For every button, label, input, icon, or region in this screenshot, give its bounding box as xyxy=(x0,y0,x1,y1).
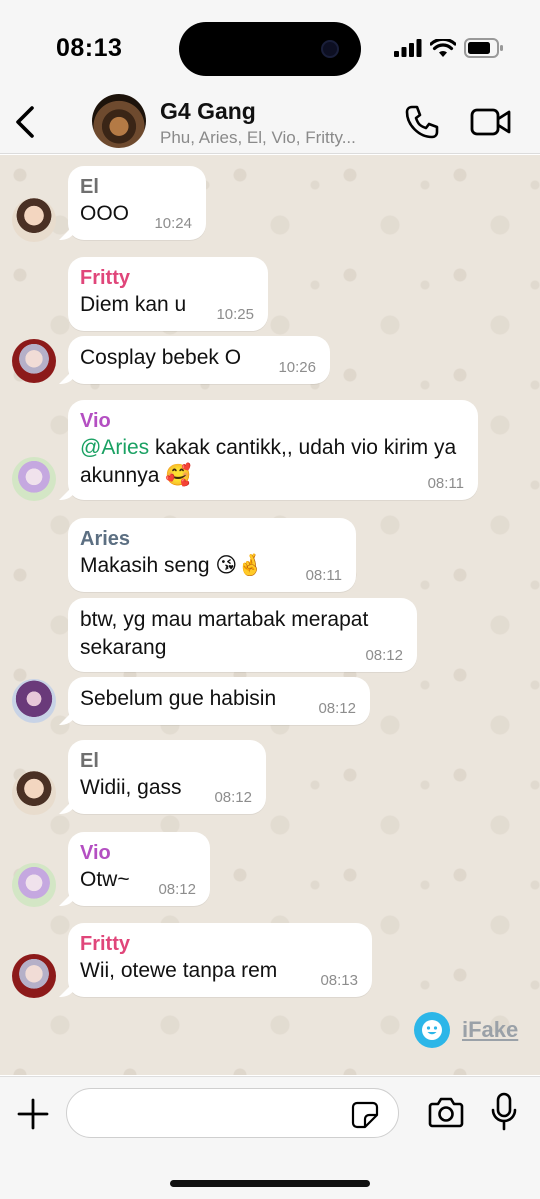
phone-icon xyxy=(405,105,439,139)
video-call-button[interactable] xyxy=(470,106,512,138)
message-text: Wii, otewe tanpa rem xyxy=(80,959,278,982)
sticker-icon xyxy=(351,1101,379,1129)
plus-icon xyxy=(17,1098,49,1130)
avatar-vio[interactable] xyxy=(12,457,56,501)
avatar-fritty[interactable] xyxy=(12,339,56,383)
avatar-el[interactable] xyxy=(12,198,56,242)
message-bubble[interactable]: btw, yg mau martabak merapat sekarang 08… xyxy=(68,598,417,672)
ifake-watermark[interactable]: iFake xyxy=(414,1012,518,1048)
chat-header: G4 Gang Phu, Aries, El, Vio, Fritty... xyxy=(0,92,540,154)
attach-button[interactable] xyxy=(16,1097,50,1131)
back-button[interactable] xyxy=(12,102,40,142)
status-icons xyxy=(394,38,504,58)
video-camera-icon xyxy=(470,108,511,136)
message-time: 08:12 xyxy=(365,647,403,664)
message-time: 10:24 xyxy=(154,215,192,232)
sender-name: Fritty xyxy=(80,933,130,955)
chevron-left-icon xyxy=(16,106,34,138)
status-bar: 08:13 xyxy=(0,0,540,92)
avatar-vio[interactable] xyxy=(12,863,56,907)
message-bubble[interactable]: Cosplay bebek O 10:26 xyxy=(68,336,330,384)
status-time: 08:13 xyxy=(56,34,123,62)
camera-icon xyxy=(428,1097,464,1128)
smiley-icon xyxy=(422,1020,442,1040)
sender-name: Vio xyxy=(80,842,111,864)
message-text: @Aries kakak cantikk,, udah vio kirim ya… xyxy=(80,434,470,490)
message-text: btw, yg mau martabak merapat sekarang xyxy=(80,608,369,659)
sender-name: Vio xyxy=(80,410,111,432)
message-bubble[interactable]: El Widii, gass 08:12 xyxy=(68,740,266,814)
group-members[interactable]: Phu, Aries, El, Vio, Fritty... xyxy=(160,128,392,148)
avatar-el[interactable] xyxy=(12,771,56,815)
message-time: 10:26 xyxy=(278,359,316,376)
message-time: 08:12 xyxy=(318,700,356,717)
signal-icon xyxy=(394,39,422,57)
voice-call-button[interactable] xyxy=(404,104,440,140)
message-bubble[interactable]: Fritty Diem kan u 10:25 xyxy=(68,257,268,331)
message-bubble[interactable]: El OOO 10:24 xyxy=(68,166,206,240)
group-avatar[interactable] xyxy=(92,94,146,148)
message-time: 08:13 xyxy=(320,972,358,989)
mention-link[interactable]: @Aries xyxy=(80,436,149,459)
message-time: 08:12 xyxy=(158,881,196,898)
group-title[interactable]: G4 Gang xyxy=(160,98,256,125)
sender-name: El xyxy=(80,176,99,198)
message-bubble[interactable]: Fritty Wii, otewe tanpa rem 08:13 xyxy=(68,923,372,997)
message-time: 08:12 xyxy=(214,789,252,806)
input-bar xyxy=(0,1076,540,1199)
message-bubble[interactable]: Vio @Aries kakak cantikk,, udah vio kiri… xyxy=(68,400,478,500)
battery-icon xyxy=(464,38,503,58)
message-time: 08:11 xyxy=(427,475,464,492)
dynamic-island xyxy=(179,22,361,76)
sticker-button[interactable] xyxy=(351,1101,379,1129)
ifake-link[interactable]: iFake xyxy=(462,1017,518,1043)
message-input[interactable] xyxy=(66,1088,399,1138)
message-bubble[interactable]: Aries Makasih seng 😘🤞 08:11 xyxy=(68,518,356,592)
message-time: 10:25 xyxy=(216,306,254,323)
microphone-button[interactable] xyxy=(491,1092,517,1132)
message-text: Makasih seng 😘🤞 xyxy=(80,554,264,577)
message-bubble[interactable]: Vio Otw~ 08:12 xyxy=(68,832,210,906)
message-bubble[interactable]: Sebelum gue habisin 08:12 xyxy=(68,677,370,725)
ifake-logo-icon xyxy=(414,1012,450,1048)
chat-area[interactable]: El OOO 10:24 Fritty Diem kan u 10:25 Cos… xyxy=(0,155,540,1075)
wifi-icon xyxy=(430,38,456,57)
sender-name: El xyxy=(80,750,99,772)
microphone-icon xyxy=(491,1092,517,1131)
avatar-aries[interactable] xyxy=(12,679,56,723)
message-text: Sebelum gue habisin xyxy=(80,687,277,710)
sender-name: Aries xyxy=(80,528,131,550)
camera-button[interactable] xyxy=(428,1095,464,1129)
avatar-fritty[interactable] xyxy=(12,954,56,998)
front-camera xyxy=(321,40,339,58)
home-indicator[interactable] xyxy=(170,1180,370,1187)
message-time: 08:11 xyxy=(305,567,342,584)
sender-name: Fritty xyxy=(80,267,130,289)
